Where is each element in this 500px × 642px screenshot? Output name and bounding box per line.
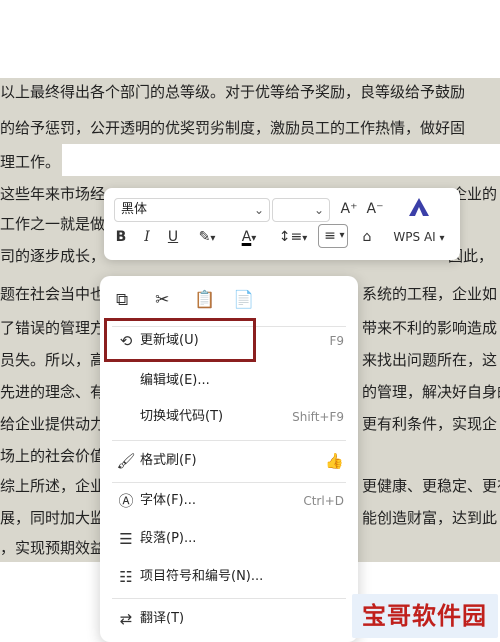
doc-line: 题在社会当中也	[0, 285, 106, 303]
blank-gap	[62, 144, 500, 176]
translate-icon: ⇄	[119, 610, 133, 628]
doc-fragment: 更健康、更稳定、更有	[362, 477, 500, 495]
style-icon[interactable]: ⌂	[356, 226, 378, 248]
italic-button[interactable]: I	[138, 226, 156, 248]
menu-item-paragraph[interactable]: ☰ 段落(P)...	[100, 524, 358, 554]
doc-line: 员失。所以，高	[0, 351, 106, 369]
chevron-down-icon: ⌄	[313, 203, 324, 217]
format-painter-icon: 🖌	[116, 452, 136, 470]
menu-item-edit-field[interactable]: 编辑域(E)...	[100, 366, 358, 396]
font-name-value: 黑体	[121, 202, 148, 217]
paste-special-icon[interactable]: 📄	[233, 290, 255, 310]
line-spacing-button[interactable]: ↕≡▾	[276, 226, 310, 248]
menu-item-label: 切换域代码(T)	[140, 409, 224, 424]
doc-line: 司的逐步成长，	[0, 247, 106, 265]
menu-item-translate[interactable]: ⇄ 翻译(T)	[100, 604, 358, 634]
watermark-logo: 宝哥软件园	[352, 594, 498, 638]
line-spacing-icon: ↕≡	[278, 229, 303, 245]
menu-item-shortcut: Ctrl+D	[303, 494, 344, 508]
doc-fragment: 更有利条件，实现企	[362, 415, 498, 433]
chevron-down-icon: ▾	[302, 233, 308, 244]
divider	[112, 482, 346, 483]
bold-button[interactable]: B	[112, 226, 130, 248]
underline-button[interactable]: U	[164, 226, 182, 248]
thumbs-up-icon[interactable]: 👍	[325, 446, 344, 476]
doc-fragment: 系统的工程，企业如	[362, 285, 498, 303]
cut-icon[interactable]: ✂	[155, 290, 177, 310]
menu-item-label: 项目符号和编号(N)...	[140, 569, 264, 584]
doc-line: 的给予惩罚，公开透明的优奖罚劣制度，激励员工的工作热情，做好固	[0, 119, 466, 137]
clipboard-actions: ⧉ ✂ 📋 📄	[116, 290, 267, 316]
font-color-icon: A	[241, 229, 252, 245]
highlight-box	[104, 318, 256, 362]
chevron-down-icon: ▾	[251, 233, 257, 244]
doc-line: 场上的社会价值	[0, 447, 106, 465]
wps-ai-button[interactable]: WPS AI ▾	[384, 226, 454, 248]
copy-icon[interactable]: ⧉	[116, 290, 138, 310]
doc-line: 了错误的管理方	[0, 319, 106, 337]
divider	[112, 598, 346, 599]
highlighter-icon: ✎	[198, 229, 211, 245]
chevron-down-icon: ▾	[339, 230, 345, 241]
format-toolbar: 黑体 ⌄ ⌄ A⁺ A⁻ B I U ✎▾ A▾ ↕≡▾ ≡ ▾ ⌂ WPS A…	[104, 188, 460, 260]
font-color-button[interactable]: A▾	[232, 226, 266, 248]
menu-item-label: 编辑域(E)...	[140, 373, 210, 388]
menu-item-label: 段落(P)...	[140, 531, 197, 546]
menu-item-shortcut: Shift+F9	[292, 410, 344, 424]
wps-ai-label: WPS AI	[393, 230, 436, 244]
doc-fragment: 能创造财富，达到此	[362, 509, 498, 527]
menu-item-format-painter[interactable]: 🖌 格式刷(F) 👍	[100, 446, 358, 476]
divider	[112, 440, 346, 441]
doc-line: 以上最终得出各个部门的总等级。对于优等给予奖励，良等级给予鼓励	[0, 83, 466, 101]
menu-item-font[interactable]: Ⓐ 字体(F)... Ctrl+D	[100, 486, 358, 516]
menu-item-toggle-field-code[interactable]: 切换域代码(T) Shift+F9	[100, 402, 358, 432]
chevron-down-icon: ▾	[439, 233, 445, 244]
menu-item-label: 字体(F)...	[140, 493, 197, 508]
menu-item-label: 格式刷(F)	[140, 453, 197, 468]
menu-item-shortcut: F9	[329, 334, 344, 348]
doc-line: 先进的理念、有	[0, 383, 106, 401]
font-name-select[interactable]: 黑体 ⌄	[114, 198, 270, 222]
doc-line: 这些年来市场经	[0, 185, 106, 203]
grow-font-button[interactable]: A⁺	[338, 198, 360, 220]
menu-item-bullets-numbering[interactable]: ☷ 项目符号和编号(N)...	[100, 562, 358, 592]
doc-line: 工作之一就是做	[0, 215, 106, 233]
paste-icon[interactable]: 📋	[194, 290, 216, 310]
wps-logo-icon	[404, 196, 434, 218]
doc-fragment: 的管理，解决好自身的	[362, 383, 500, 401]
font-icon: Ⓐ	[118, 492, 134, 510]
font-size-select[interactable]: ⌄	[272, 198, 330, 222]
watermark-text: 宝哥软件园	[362, 602, 487, 630]
shrink-font-button[interactable]: A⁻	[364, 198, 386, 220]
chevron-down-icon: ▾	[210, 233, 216, 244]
doc-fragment: 来找出问题所在，这	[362, 351, 498, 369]
doc-line: ，实现预期效益	[0, 539, 106, 557]
align-button[interactable]: ≡ ▾	[318, 224, 348, 248]
chevron-down-icon: ⌄	[253, 203, 264, 217]
highlight-button[interactable]: ✎▾	[190, 226, 224, 248]
menu-item-label: 翻译(T)	[140, 611, 185, 626]
doc-line: 综上所述，企业	[0, 477, 106, 495]
doc-fragment: 带来不利的影响造成	[362, 319, 498, 337]
paragraph-icon: ☰	[119, 530, 133, 548]
doc-line: 理工作。	[0, 153, 61, 171]
doc-line: 给企业提供动力	[0, 415, 106, 433]
list-icon: ☷	[119, 568, 133, 586]
doc-line: 展，同时加大监	[0, 509, 106, 527]
